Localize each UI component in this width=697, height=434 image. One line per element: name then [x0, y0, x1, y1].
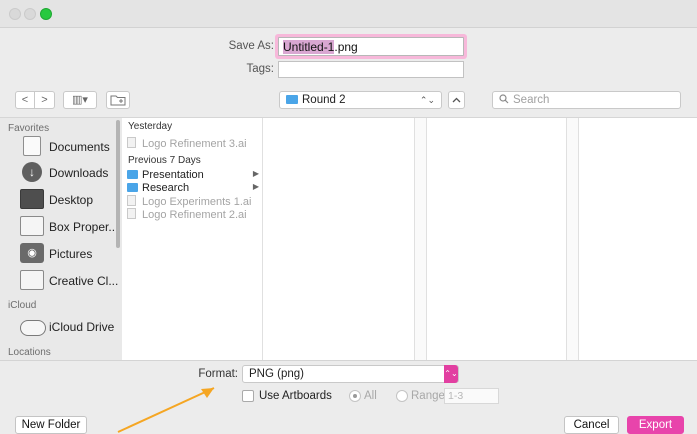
cancel-button[interactable]: Cancel: [564, 416, 619, 434]
column-empty: [427, 118, 567, 360]
forward-button[interactable]: >: [35, 91, 55, 109]
previous-7-days-heading: Previous 7 Days: [128, 155, 201, 166]
sidebar-item-label: Downloads: [49, 166, 109, 180]
folder-plus-icon: [110, 95, 126, 106]
favorites-heading: Favorites: [8, 123, 50, 134]
sidebar-item-creative-cloud[interactable]: Creative Cl...: [20, 270, 120, 296]
window-titlebar: [0, 0, 697, 28]
column-divider[interactable]: [415, 118, 427, 360]
file-name: Logo Refinement 2.ai: [142, 209, 247, 221]
range-input[interactable]: 1-3: [444, 388, 499, 404]
sidebar-scrollbar[interactable]: [116, 120, 120, 248]
filename-selection: Untitled-1: [283, 40, 335, 54]
document-icon: [127, 137, 136, 148]
new-folder-button[interactable]: New Folder: [15, 416, 87, 434]
format-options: Format: PNG (png) ⌃⌄ Use Artboards All R…: [0, 360, 697, 408]
file-row[interactable]: Logo Experiments 1.ai: [127, 195, 261, 209]
sidebar-item-label: Creative Cl...: [49, 274, 119, 288]
sidebar-item-icloud-drive[interactable]: iCloud Drive: [20, 316, 120, 342]
sidebar-item-label: Desktop: [49, 193, 94, 207]
document-icon: [127, 195, 136, 206]
folder-row[interactable]: Presentation ▶: [127, 169, 261, 183]
minimize-window-button[interactable]: [24, 8, 36, 20]
filename-input[interactable]: Untitled-1.png: [278, 37, 464, 56]
yesterday-heading: Yesterday: [128, 121, 173, 132]
camera-icon: ◉: [20, 243, 44, 263]
format-popup[interactable]: PNG (png) ⌃⌄: [242, 365, 459, 383]
column-divider[interactable]: [567, 118, 579, 360]
zoom-window-button[interactable]: [40, 8, 52, 20]
desktop-icon: [20, 189, 44, 209]
new-folder-icon-button[interactable]: [106, 91, 130, 109]
folder-name: Research: [142, 182, 190, 194]
use-artboards-checkbox[interactable]: [242, 390, 254, 402]
sidebar-item-box-properties[interactable]: Box Proper...: [20, 216, 120, 242]
sidebar-item-label: Documents: [49, 140, 110, 154]
file-row[interactable]: Logo Refinement 2.ai: [127, 208, 261, 222]
save-header: Save As: Untitled-1.png Tags:: [0, 28, 697, 82]
folder-icon: [20, 216, 44, 236]
sidebar: Favorites Documents ↓ Downloads Desktop …: [0, 118, 122, 360]
search-placeholder: Search: [513, 94, 550, 106]
export-button[interactable]: Export: [627, 416, 684, 434]
range-radio[interactable]: [396, 390, 408, 402]
sidebar-item-label: Box Proper...: [49, 220, 119, 234]
sidebar-item-pictures[interactable]: ◉ Pictures: [20, 243, 120, 269]
sidebar-item-label: iCloud Drive: [49, 320, 115, 334]
folder-icon: [127, 170, 138, 179]
file-browser: Yesterday Logo Refinement 3.ai Previous …: [122, 118, 697, 360]
documents-icon: [23, 136, 41, 156]
location-label: Round 2: [302, 94, 346, 106]
tags-label: Tags:: [246, 63, 275, 75]
filename-extension: .png: [334, 40, 358, 54]
location-popup[interactable]: Round 2 ⌃⌄: [279, 91, 442, 109]
document-icon: [127, 208, 136, 219]
all-radio[interactable]: [349, 390, 361, 402]
all-radio-label: All: [364, 390, 377, 402]
sidebar-item-desktop[interactable]: Desktop: [20, 189, 120, 215]
dialog-buttons: New Folder Cancel Export: [0, 408, 697, 434]
icloud-heading: iCloud: [8, 300, 37, 311]
navigation-toolbar: < > ▥▾ Round 2 ⌃⌄ Search: [0, 82, 697, 118]
sidebar-item-documents[interactable]: Documents: [20, 136, 120, 162]
sidebar-item-downloads[interactable]: ↓ Downloads: [20, 162, 120, 188]
back-button[interactable]: <: [15, 91, 35, 109]
folder-icon: [127, 183, 138, 192]
annotation-arrow-icon: [117, 387, 215, 433]
sidebar-item-label: Pictures: [49, 247, 93, 261]
collapse-button[interactable]: [448, 91, 465, 109]
close-window-button[interactable]: [9, 8, 21, 20]
view-mode-button[interactable]: ▥▾: [63, 91, 97, 109]
range-radio-label: Range:: [411, 390, 449, 402]
column-empty: [263, 118, 415, 360]
downloads-icon: ↓: [22, 162, 42, 182]
updown-chevron-icon: ⌃⌄: [419, 95, 435, 105]
search-icon: [499, 94, 509, 104]
chevron-up-icon: [452, 97, 461, 103]
disclosure-arrow-icon: ▶: [252, 182, 259, 191]
save-as-label: Save As:: [228, 40, 274, 52]
tags-input[interactable]: [278, 61, 464, 78]
column-round-2: Yesterday Logo Refinement 3.ai Previous …: [122, 118, 263, 360]
folder-icon: [20, 270, 44, 290]
folder-row[interactable]: Research ▶: [127, 182, 261, 196]
file-name: Logo Experiments 1.ai: [142, 196, 252, 208]
file-row[interactable]: Logo Refinement 3.ai: [127, 137, 261, 151]
folder-icon: [286, 95, 298, 104]
file-name: Logo Refinement 3.ai: [142, 138, 247, 150]
locations-heading: Locations: [8, 347, 51, 358]
disclosure-arrow-icon: ▶: [252, 169, 259, 178]
cloud-icon: [20, 320, 46, 336]
folder-name: Presentation: [142, 169, 204, 181]
updown-chevron-icon: ⌃⌄: [444, 365, 458, 383]
use-artboards-label: Use Artboards: [259, 390, 332, 402]
format-value: PNG (png): [249, 368, 304, 380]
search-field[interactable]: Search: [492, 91, 681, 109]
